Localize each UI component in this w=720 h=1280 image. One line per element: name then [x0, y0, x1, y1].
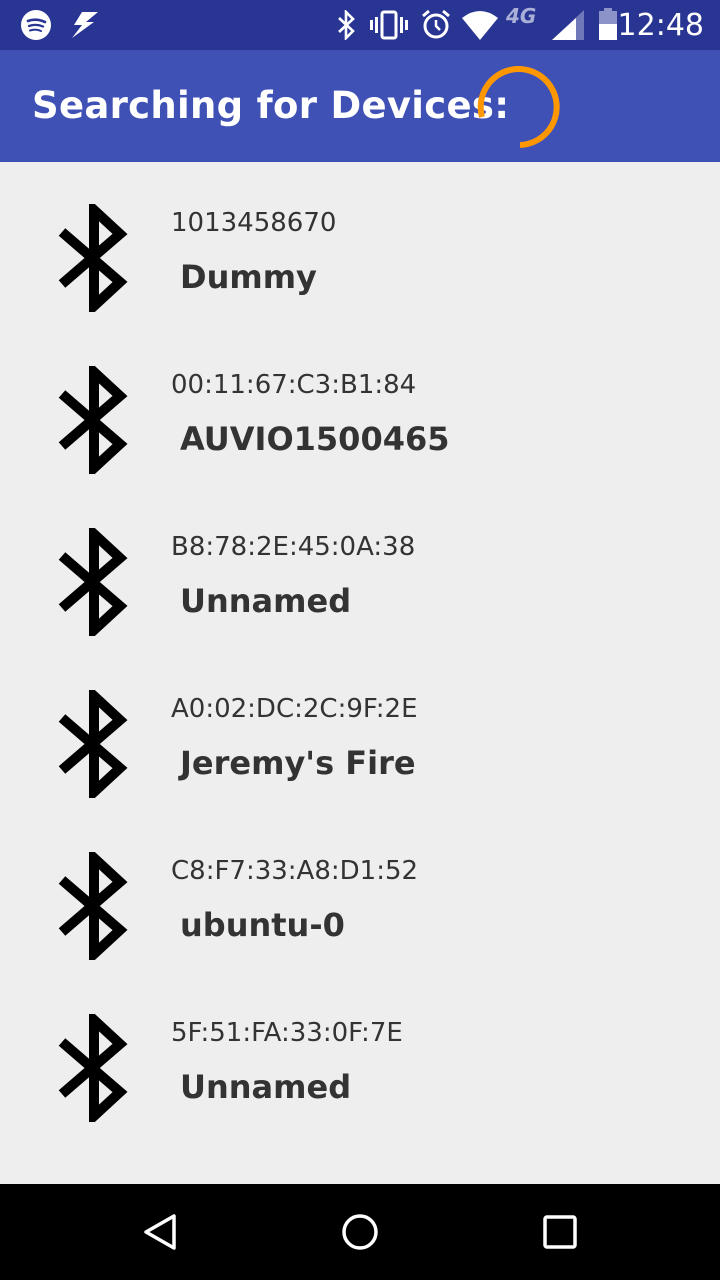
bluetooth-icon: [338, 10, 355, 40]
recents-icon[interactable]: [542, 1212, 578, 1252]
device-address: A0:02:DC:2C:9F:2E: [171, 694, 418, 724]
device-address: 00:11:67:C3:B1:84: [171, 370, 417, 400]
device-list-item[interactable]: C8:F7:33:A8:D1:52 ubuntu-0: [0, 810, 720, 972]
wifi-icon: [462, 11, 498, 40]
bluetooth-icon: [58, 852, 128, 960]
battery-icon: [599, 8, 617, 40]
bluetooth-icon: [58, 690, 128, 798]
status-time: 12:48: [617, 8, 704, 43]
bluetooth-icon: [58, 1014, 128, 1122]
device-list-item[interactable]: 5F:51:FA:33:0F:7E Unnamed: [0, 972, 720, 1134]
device-name: Unnamed: [180, 582, 352, 620]
app-bar: Searching for Devices:: [0, 50, 720, 162]
device-list-item[interactable]: B8:78:2E:45:0A:38 Unnamed: [0, 486, 720, 648]
signal-icon: [552, 10, 584, 40]
device-name: AUVIO1500465: [180, 420, 450, 458]
page-title: Searching for Devices:: [32, 84, 510, 127]
home-icon[interactable]: [340, 1212, 380, 1252]
navigation-bar: [0, 1184, 720, 1280]
back-icon[interactable]: [140, 1212, 180, 1252]
device-list-item[interactable]: 1013458670 Dummy: [0, 162, 720, 324]
bluetooth-icon: [58, 204, 128, 312]
vibrate-icon: [370, 10, 408, 40]
status-bar: 4G 12:48: [0, 0, 720, 50]
network-type-label: 4G: [506, 4, 537, 28]
loading-spinner-icon: [477, 66, 560, 148]
bluetooth-icon: [58, 528, 128, 636]
flash-icon: [72, 12, 98, 38]
device-address: B8:78:2E:45:0A:38: [171, 532, 416, 562]
device-list: 1013458670 Dummy 00:11:67:C3:B1:84 AUVIO…: [0, 162, 720, 1184]
device-name: Jeremy's Fire: [180, 744, 416, 782]
device-name: Dummy: [180, 258, 317, 296]
device-name: Unnamed: [180, 1068, 352, 1106]
spotify-icon: [21, 10, 51, 40]
device-list-item[interactable]: A0:02:DC:2C:9F:2E Jeremy's Fire: [0, 648, 720, 810]
device-address: C8:F7:33:A8:D1:52: [171, 856, 419, 886]
device-address: 5F:51:FA:33:0F:7E: [171, 1018, 403, 1048]
alarm-icon: [422, 9, 450, 39]
bluetooth-icon: [58, 366, 128, 474]
device-name: ubuntu-0: [180, 906, 345, 944]
device-list-item[interactable]: 00:11:67:C3:B1:84 AUVIO1500465: [0, 324, 720, 486]
device-address: 1013458670: [171, 208, 337, 238]
